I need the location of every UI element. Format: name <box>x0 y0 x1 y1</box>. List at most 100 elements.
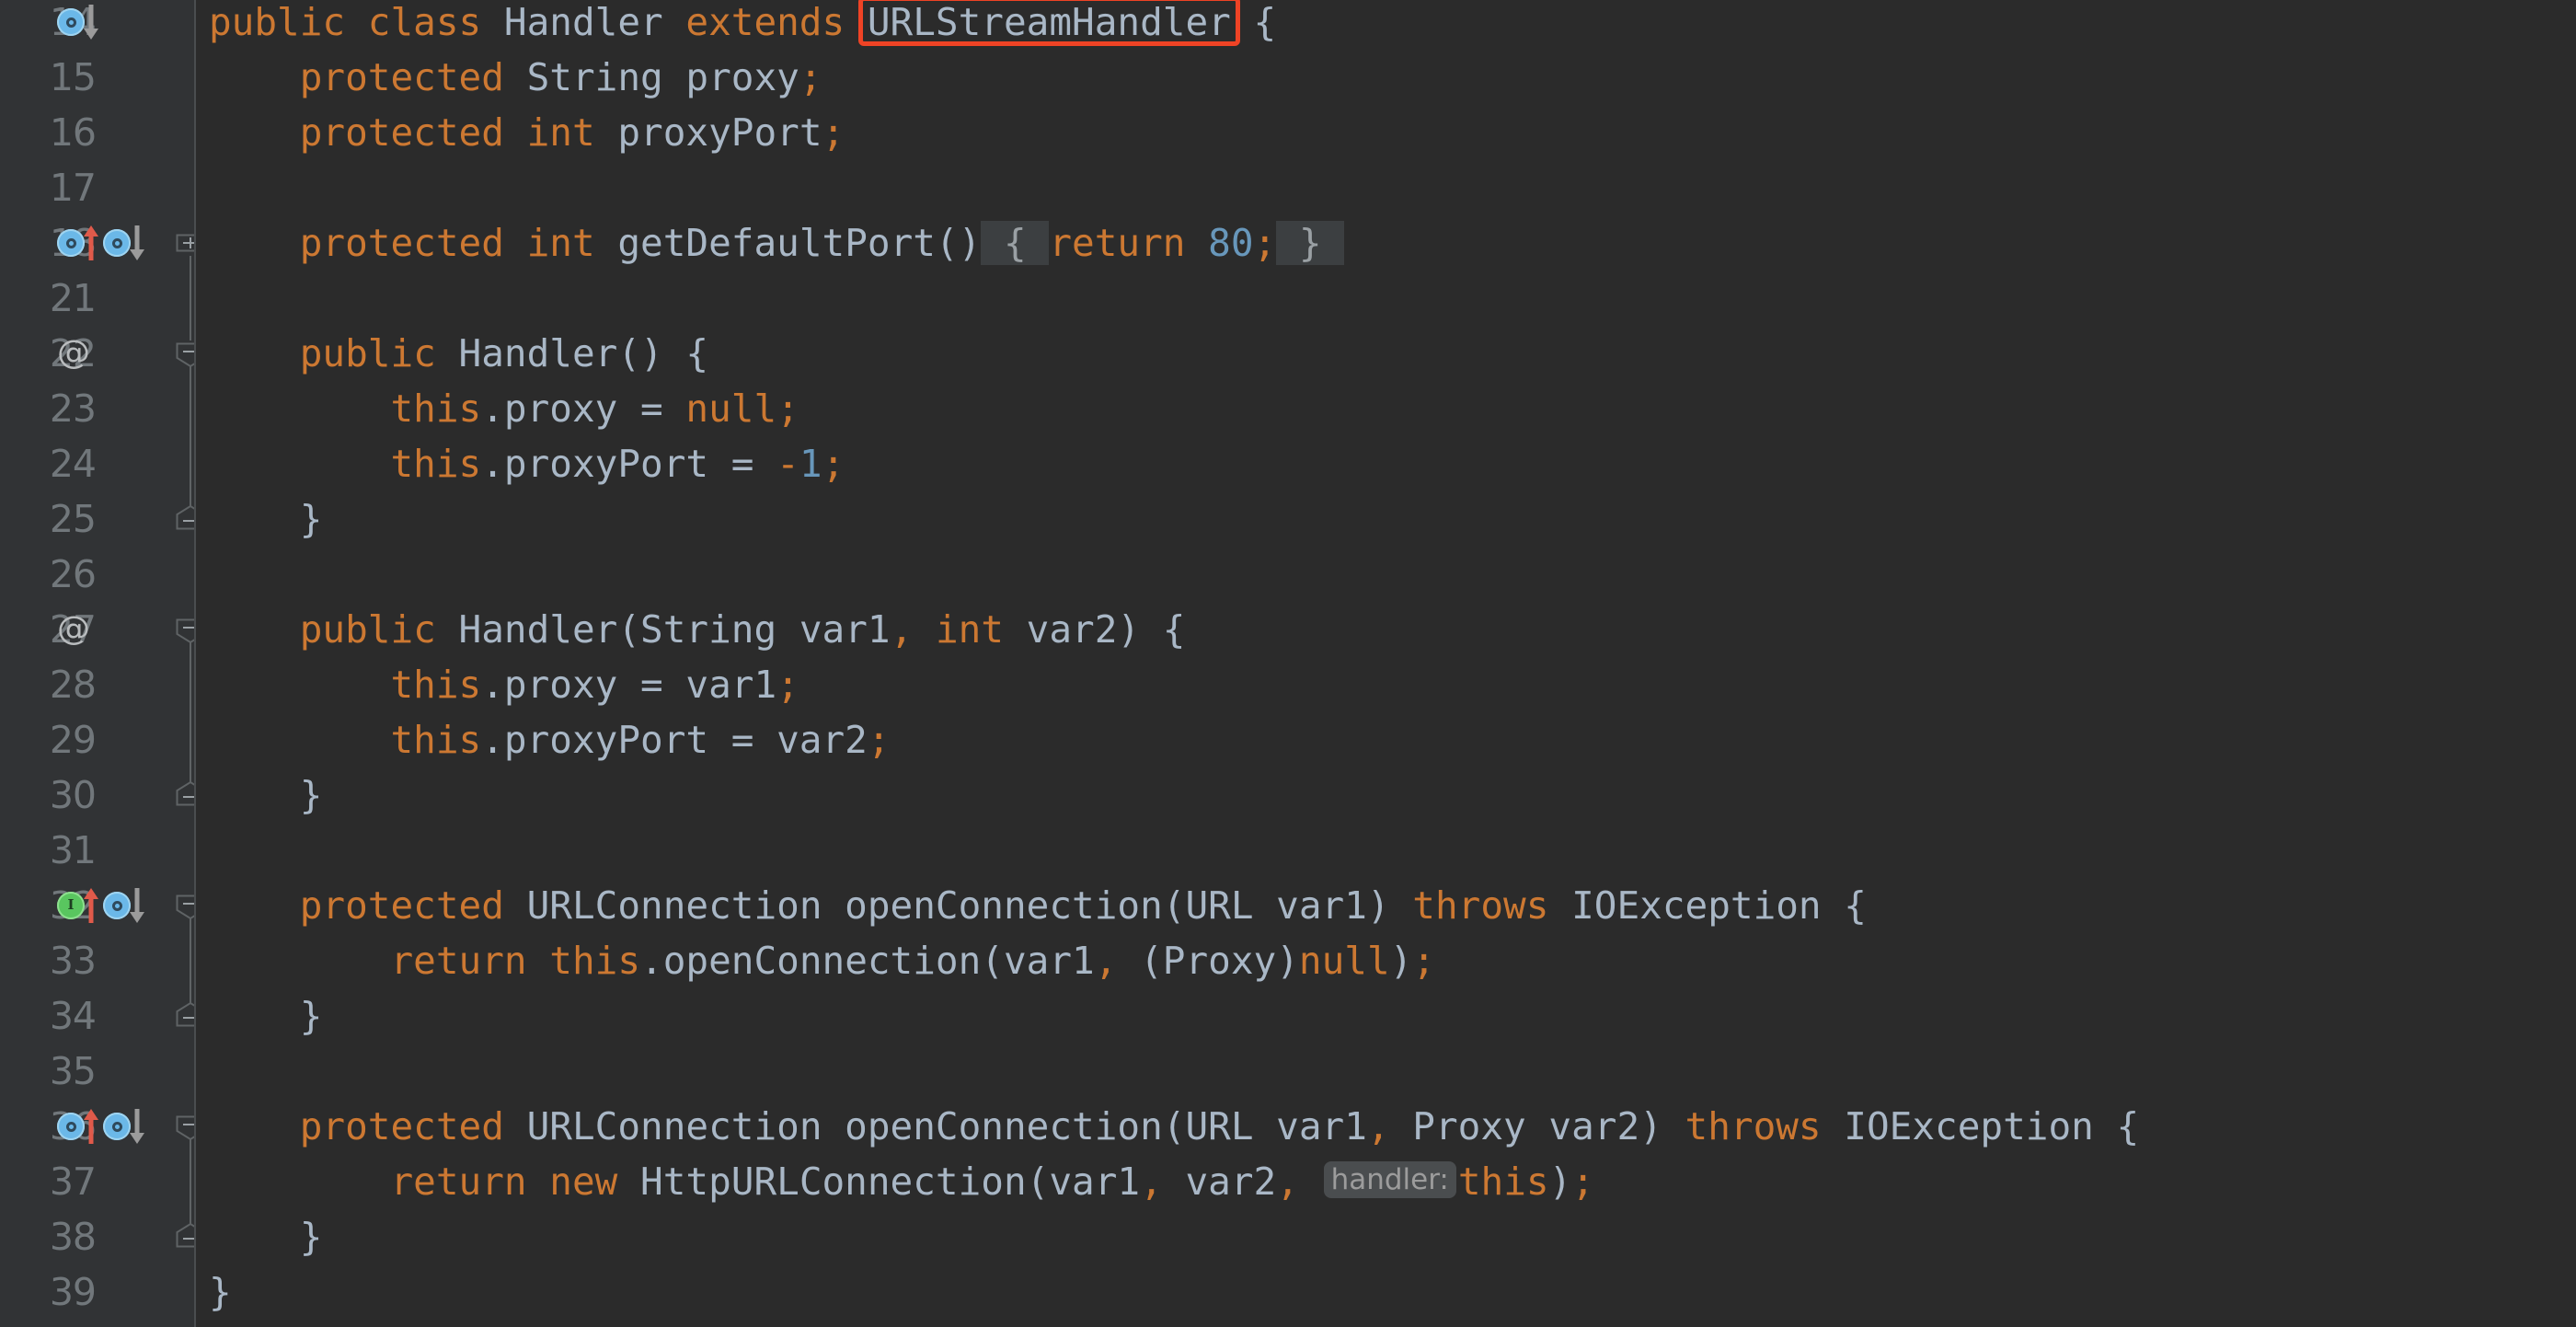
code-token: ; <box>799 55 822 99</box>
code-line[interactable]: this.proxy = var1; <box>196 657 2576 712</box>
gutter-row[interactable]: 32I <box>0 878 205 933</box>
implement-marker-icon[interactable]: I <box>57 892 85 919</box>
arrow-down-icon[interactable] <box>129 1107 145 1146</box>
code-token: ; <box>1412 939 1436 983</box>
code-token: , <box>1276 1160 1299 1204</box>
arrow-up-icon[interactable] <box>83 224 99 262</box>
gutter-row[interactable]: 36 <box>0 1099 205 1154</box>
fold-connector-line <box>190 642 191 782</box>
gutter-row[interactable]: 21 <box>0 271 196 326</box>
gutter-row[interactable]: 24 <box>0 436 196 491</box>
code-token: Handler( <box>458 607 641 652</box>
code-line[interactable]: protected int getDefaultPort() { return … <box>196 215 2576 271</box>
gutter-row[interactable]: 31 <box>0 823 196 878</box>
code-line[interactable] <box>196 160 2576 215</box>
code-line[interactable]: this.proxyPort = -1; <box>196 436 2576 491</box>
fold-connector-line <box>190 1139 191 1224</box>
code-token: .proxyPort = <box>481 442 777 486</box>
code-token: { <box>981 221 1050 265</box>
code-token: , <box>1366 1104 1390 1148</box>
gutter-row[interactable]: 28 <box>0 657 196 712</box>
gutter-row[interactable]: 35 <box>0 1044 196 1099</box>
code-token: this <box>390 387 482 431</box>
code-line[interactable]: } <box>196 491 2576 547</box>
code-line[interactable]: } <box>196 988 2576 1044</box>
code-token: ; <box>1571 1160 1594 1204</box>
gutter-row[interactable]: 27 @ <box>0 602 205 657</box>
code-line[interactable]: protected int proxyPort; <box>196 105 2576 160</box>
gutter-row[interactable]: 30 <box>0 767 205 823</box>
annotation-at-icon[interactable]: @ <box>57 337 90 370</box>
gutter-row[interactable]: 38 <box>0 1209 205 1264</box>
code-editor[interactable]: 14151617182122@2324252627@2829303132I333… <box>0 0 2576 1327</box>
gutter-icon-group <box>57 933 166 988</box>
arrow-down-icon[interactable] <box>83 3 99 41</box>
code-token: } <box>209 773 323 817</box>
code-line[interactable] <box>196 547 2576 602</box>
code-line[interactable]: this.proxyPort = var2; <box>196 712 2576 767</box>
code-line[interactable]: return new HttpURLConnection(var1, var2,… <box>196 1154 2576 1209</box>
gutter-row[interactable]: 14 <box>0 0 196 50</box>
code-token: ; <box>776 663 799 707</box>
code-line[interactable]: return this.openConnection(var1, (Proxy)… <box>196 933 2576 988</box>
code-token: null <box>1298 939 1390 983</box>
code-token: String <box>526 55 663 99</box>
code-token: return <box>390 939 527 983</box>
code-token: this <box>549 939 641 983</box>
code-line[interactable] <box>196 271 2576 326</box>
code-line[interactable]: public Handler() { <box>196 326 2576 381</box>
gutter-row[interactable]: 25 <box>0 491 205 547</box>
override-marker-icon[interactable] <box>57 229 85 257</box>
override-marker-icon[interactable] <box>103 892 131 919</box>
code-line[interactable]: this.proxy = null; <box>196 381 2576 436</box>
code-line[interactable]: protected String proxy; <box>196 50 2576 105</box>
code-area[interactable]: public class Handler extends URLStreamHa… <box>196 0 2576 1327</box>
code-token: getDefaultPort() <box>594 221 982 265</box>
gutter-row[interactable]: 33 <box>0 933 196 988</box>
override-marker-icon[interactable] <box>57 1113 85 1140</box>
code-token: public <box>299 331 436 375</box>
code-line[interactable]: protected URLConnection openConnection(U… <box>196 1099 2576 1154</box>
gutter-row[interactable]: 37 <box>0 1154 196 1209</box>
annotation-at-icon[interactable]: @ <box>57 613 90 646</box>
override-marker-icon[interactable] <box>57 8 85 36</box>
override-marker-icon[interactable] <box>103 1113 131 1140</box>
code-line[interactable]: } <box>196 1209 2576 1264</box>
gutter-row[interactable]: 26 <box>0 547 196 602</box>
gutter-row[interactable]: 29 <box>0 712 196 767</box>
gutter-row[interactable]: 17 <box>0 160 196 215</box>
editor-gutter[interactable]: 14151617182122@2324252627@2829303132I333… <box>0 0 205 1327</box>
arrow-down-icon[interactable] <box>129 224 145 262</box>
arrow-up-icon[interactable] <box>83 886 99 925</box>
arrow-down-icon[interactable] <box>129 886 145 925</box>
gutter-row[interactable]: 39 <box>0 1264 196 1320</box>
arrow-up-icon[interactable] <box>83 1107 99 1146</box>
gutter-row[interactable]: 18 <box>0 215 205 271</box>
gutter-row[interactable]: 15 <box>0 50 196 105</box>
code-line[interactable]: public Handler(String var1, int var2) { <box>196 602 2576 657</box>
gutter-row[interactable]: 22 @ <box>0 326 205 381</box>
code-token: } <box>209 1270 232 1314</box>
code-line[interactable] <box>196 1044 2576 1099</box>
code-line[interactable]: } <box>196 767 2576 823</box>
code-line[interactable] <box>196 823 2576 878</box>
code-token: ; <box>822 442 845 486</box>
code-line[interactable]: protected URLConnection openConnection(U… <box>196 878 2576 933</box>
gutter-row[interactable]: 16 <box>0 105 196 160</box>
code-line[interactable]: } <box>196 1264 2576 1320</box>
code-line[interactable]: public class Handler extends URLStreamHa… <box>196 0 2576 50</box>
override-marker-icon[interactable] <box>103 229 131 257</box>
code-token: null <box>685 387 777 431</box>
gutter-row[interactable]: 23 <box>0 381 196 436</box>
gutter-row[interactable]: 34 <box>0 988 205 1044</box>
code-token: .openConnection(var1 <box>640 939 1095 983</box>
